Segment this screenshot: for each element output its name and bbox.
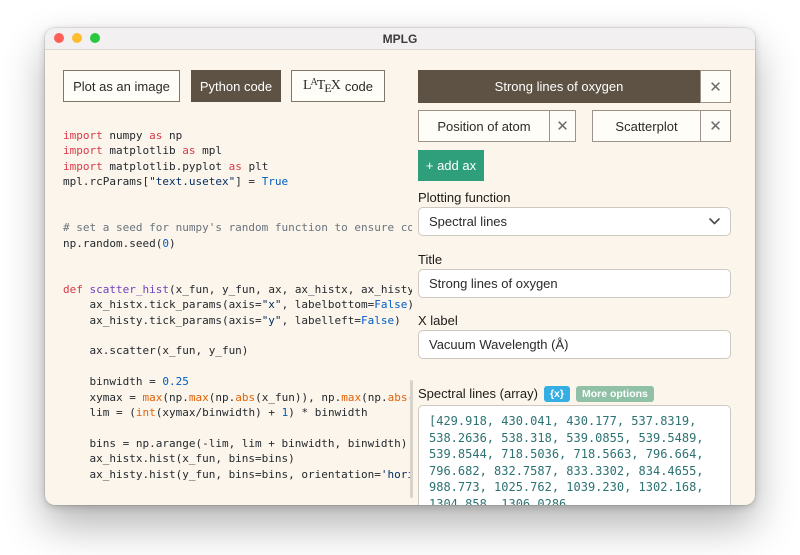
window-controls: [54, 33, 100, 43]
title-input[interactable]: Strong lines of oxygen: [418, 269, 731, 298]
latex-button-suffix: code: [344, 78, 374, 94]
code-editor[interactable]: import numpy as np import matplotlib as m…: [63, 128, 412, 490]
code-line: np.random.seed(0): [63, 236, 176, 250]
spectral-lines-header: Spectral lines (array) {x} More options: [418, 385, 654, 402]
latex-logo: LATEX: [302, 76, 341, 95]
function-variable-badge[interactable]: {x}: [543, 385, 570, 402]
title-bar[interactable]: MPLG: [45, 28, 755, 50]
window-title: MPLG: [382, 31, 418, 46]
python-code-button[interactable]: Python code: [191, 70, 281, 102]
code-line: # set a seed for numpy's random function…: [63, 221, 412, 235]
xlabel-input[interactable]: Vacuum Wavelength (Å): [418, 330, 731, 359]
code-line: import matplotlib as mpl: [63, 144, 222, 158]
array-line: [429.918, 430.041, 430.177, 537.8319,: [429, 414, 697, 428]
ax-tab-row: Position of atom ✕ Scatterplot ✕: [418, 110, 731, 142]
code-line: ax.scatter(x_fun, y_fun): [63, 344, 249, 358]
plotting-function-select[interactable]: Spectral lines: [418, 207, 731, 236]
code-line: import matplotlib.pyplot as plt: [63, 159, 269, 173]
close-icon: ✕: [709, 77, 722, 96]
latex-code-button[interactable]: LATEX code: [291, 70, 385, 102]
close-window-button[interactable]: [54, 33, 64, 43]
code-line: ax_histx.hist(x_fun, bins=bins): [63, 452, 295, 466]
tab-scatterplot[interactable]: Scatterplot: [592, 110, 700, 142]
array-line: 538.2636, 538.318, 539.0855, 539.5489,: [429, 430, 704, 445]
code-line: lim = (int(xymax/binwidth) + 1) * binwid…: [63, 406, 368, 420]
chevron-down-icon: [709, 218, 720, 225]
add-ax-button[interactable]: + add ax: [418, 150, 484, 181]
code-line: import numpy as np: [63, 129, 183, 142]
minimize-window-button[interactable]: [72, 33, 82, 43]
array-line: 539.8544, 718.5036, 718.5663, 796.664,: [429, 447, 704, 461]
code-line: binwidth = 0.25: [63, 375, 189, 389]
close-tab-position-button[interactable]: ✕: [549, 110, 576, 142]
code-scrollbar[interactable]: [410, 380, 413, 498]
code-line: def scatter_hist(x_fun, y_fun, ax, ax_hi…: [63, 282, 412, 296]
array-line: 1304.858, 1306.0286,: [429, 496, 574, 506]
plotting-function-value: Spectral lines: [429, 214, 508, 229]
code-line: bins = np.arange(-lim, lim + binwidth, b…: [63, 436, 408, 450]
active-ax-tab-row: Strong lines of oxygen ✕: [418, 70, 731, 103]
code-line: ax_histy.tick_params(axis="y", labelleft…: [63, 313, 401, 327]
array-line: 796.682, 832.7587, 833.3302, 834.4655,: [429, 463, 704, 478]
array-line: 988.773, 1025.762, 1039.230, 1302.168,: [429, 480, 704, 494]
close-tab-strong-lines-button[interactable]: ✕: [700, 70, 731, 103]
tabgroup-position-of-atom: Position of atom ✕: [418, 110, 576, 142]
plot-as-image-button[interactable]: Plot as an image: [63, 70, 180, 102]
desktop: MPLG Plot as an image Python code LATEX …: [0, 0, 800, 555]
close-tab-scatterplot-button[interactable]: ✕: [700, 110, 731, 142]
title-label: Title: [418, 252, 443, 267]
tabgroup-scatterplot: Scatterplot ✕: [592, 110, 731, 142]
close-icon: ✕: [709, 117, 722, 135]
zoom-window-button[interactable]: [90, 33, 100, 43]
mplg-window: MPLG Plot as an image Python code LATEX …: [45, 28, 755, 505]
xlabel-label: X label: [418, 313, 458, 328]
tab-strong-lines-of-oxygen[interactable]: Strong lines of oxygen: [418, 70, 700, 103]
more-options-badge[interactable]: More options: [575, 385, 654, 402]
code-line: xymax = max(np.max(np.abs(x_fun)), np.ma…: [63, 390, 412, 404]
spectral-lines-array-input[interactable]: [429.918, 430.041, 430.177, 537.8319, 538…: [418, 405, 731, 505]
xlabel-input-value: Vacuum Wavelength (Å): [429, 337, 569, 352]
plotting-function-label: Plotting function: [418, 190, 511, 205]
title-input-value: Strong lines of oxygen: [429, 276, 558, 291]
code-line: ax_histy.hist(y_fun, bins=bins, orientat…: [63, 467, 412, 481]
axes-panel: Strong lines of oxygen ✕ Position of ato…: [418, 70, 731, 505]
close-icon: ✕: [556, 117, 569, 135]
spectral-lines-label: Spectral lines (array): [418, 386, 538, 401]
tab-position-of-atom[interactable]: Position of atom: [418, 110, 549, 142]
code-line: mpl.rcParams["text.usetex"] = True: [63, 175, 289, 189]
code-line: ax_histx.tick_params(axis="x", labelbott…: [63, 298, 412, 312]
